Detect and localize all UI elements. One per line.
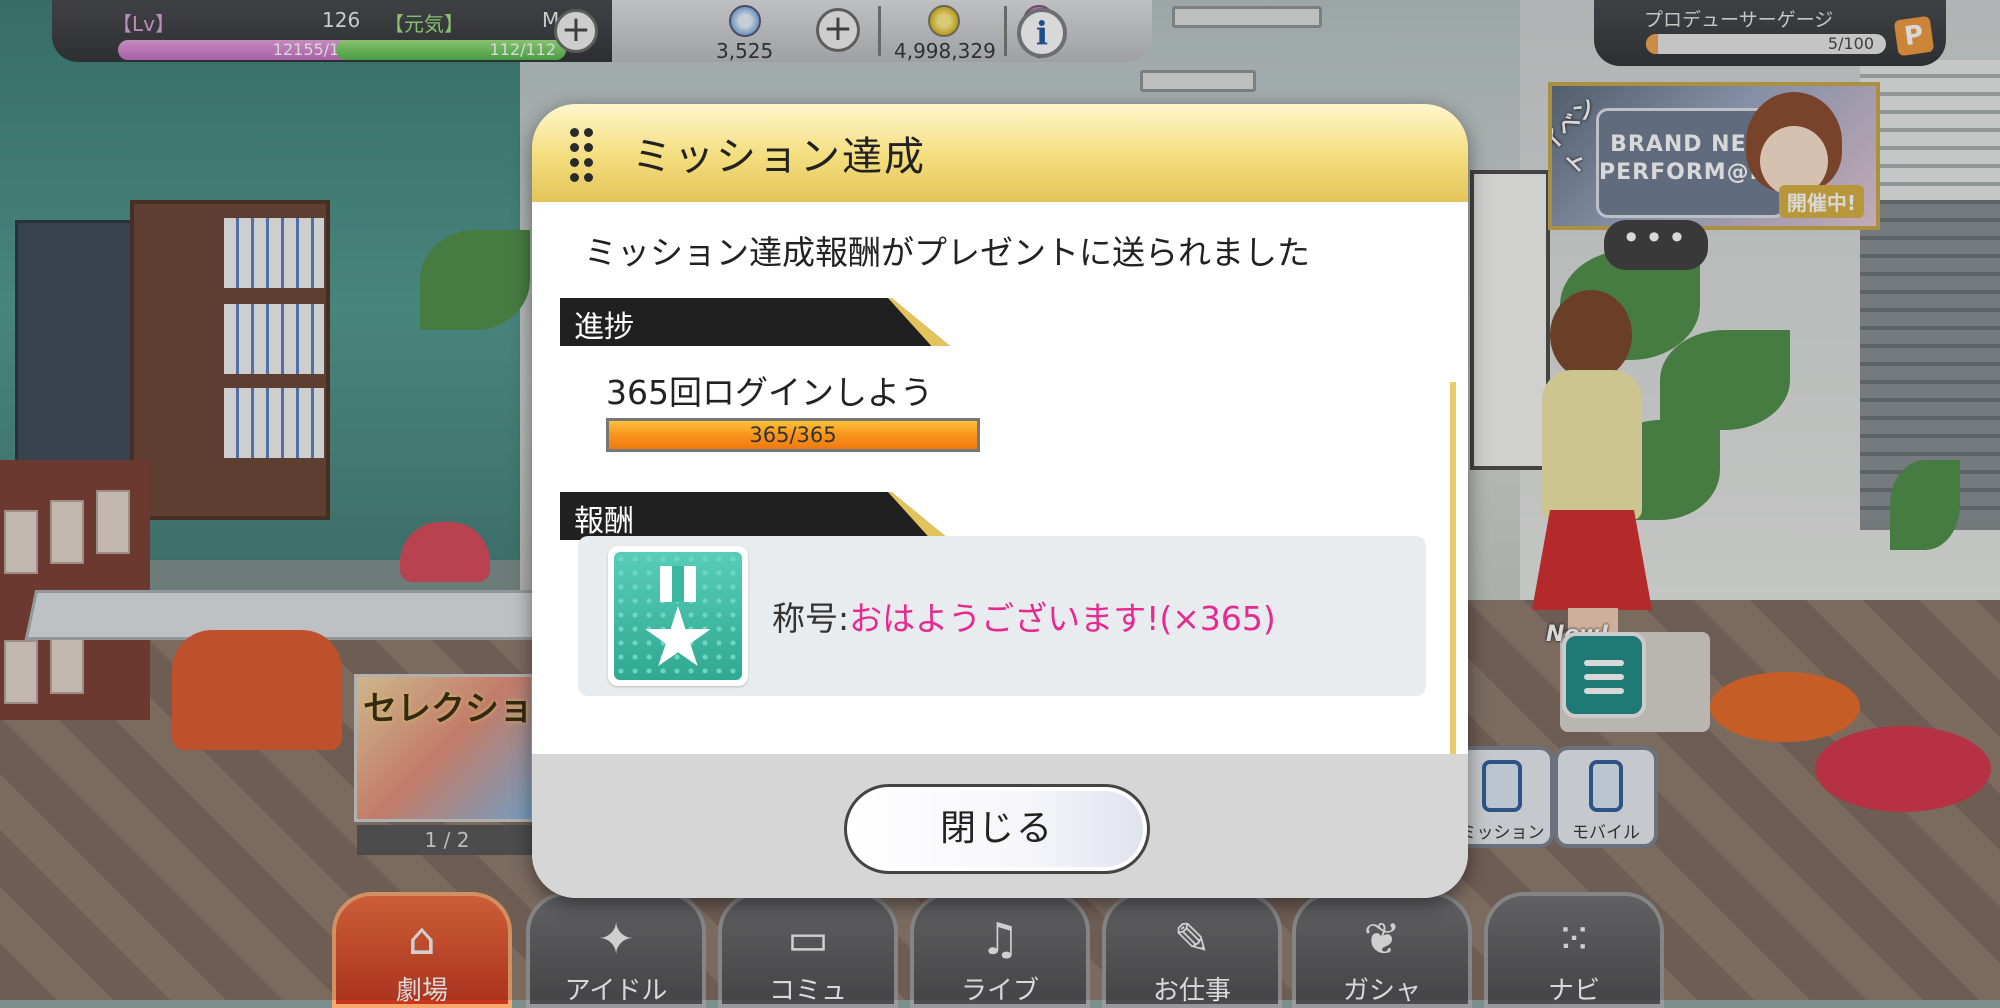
reward-text: 称号:おはようございます!(×365): [772, 592, 1276, 640]
reward-label: 称号:: [772, 599, 850, 638]
mission-progress-bar: 365/365: [606, 418, 980, 452]
medal-ribbon: [660, 566, 696, 602]
dialog-body[interactable]: ミッション達成報酬がプレゼントに送られました 進捗 365回ログインしよう 36…: [532, 202, 1468, 844]
dialog-header: ミッション達成: [532, 104, 1468, 202]
reward-heading: 報酬: [574, 504, 634, 539]
mission-progress-text: 365/365: [749, 423, 837, 447]
close-button[interactable]: 閉じる: [844, 784, 1150, 874]
reward-item: 称号:おはようございます!(×365): [578, 536, 1426, 696]
reward-thumbnail: [608, 546, 748, 686]
mission-complete-dialog: ミッション達成 ミッション達成報酬がプレゼントに送られました 進捗 365回ログ…: [532, 104, 1468, 898]
mission-name: 365回ログインしよう: [606, 373, 933, 412]
dialog-footer: 閉じる: [532, 754, 1468, 898]
medal-icon: [614, 552, 742, 680]
star-icon: [645, 606, 711, 667]
grip-dots-icon: [570, 128, 596, 182]
reward-section-header: 報酬: [560, 492, 950, 540]
progress-heading: 進捗: [574, 310, 634, 345]
dialog-title: ミッション達成: [632, 134, 926, 180]
dialog-message: ミッション達成報酬がプレゼントに送られました: [584, 233, 1310, 272]
progress-section-header: 進捗: [560, 298, 950, 346]
reward-value: おはようございます!(×365): [849, 599, 1276, 638]
